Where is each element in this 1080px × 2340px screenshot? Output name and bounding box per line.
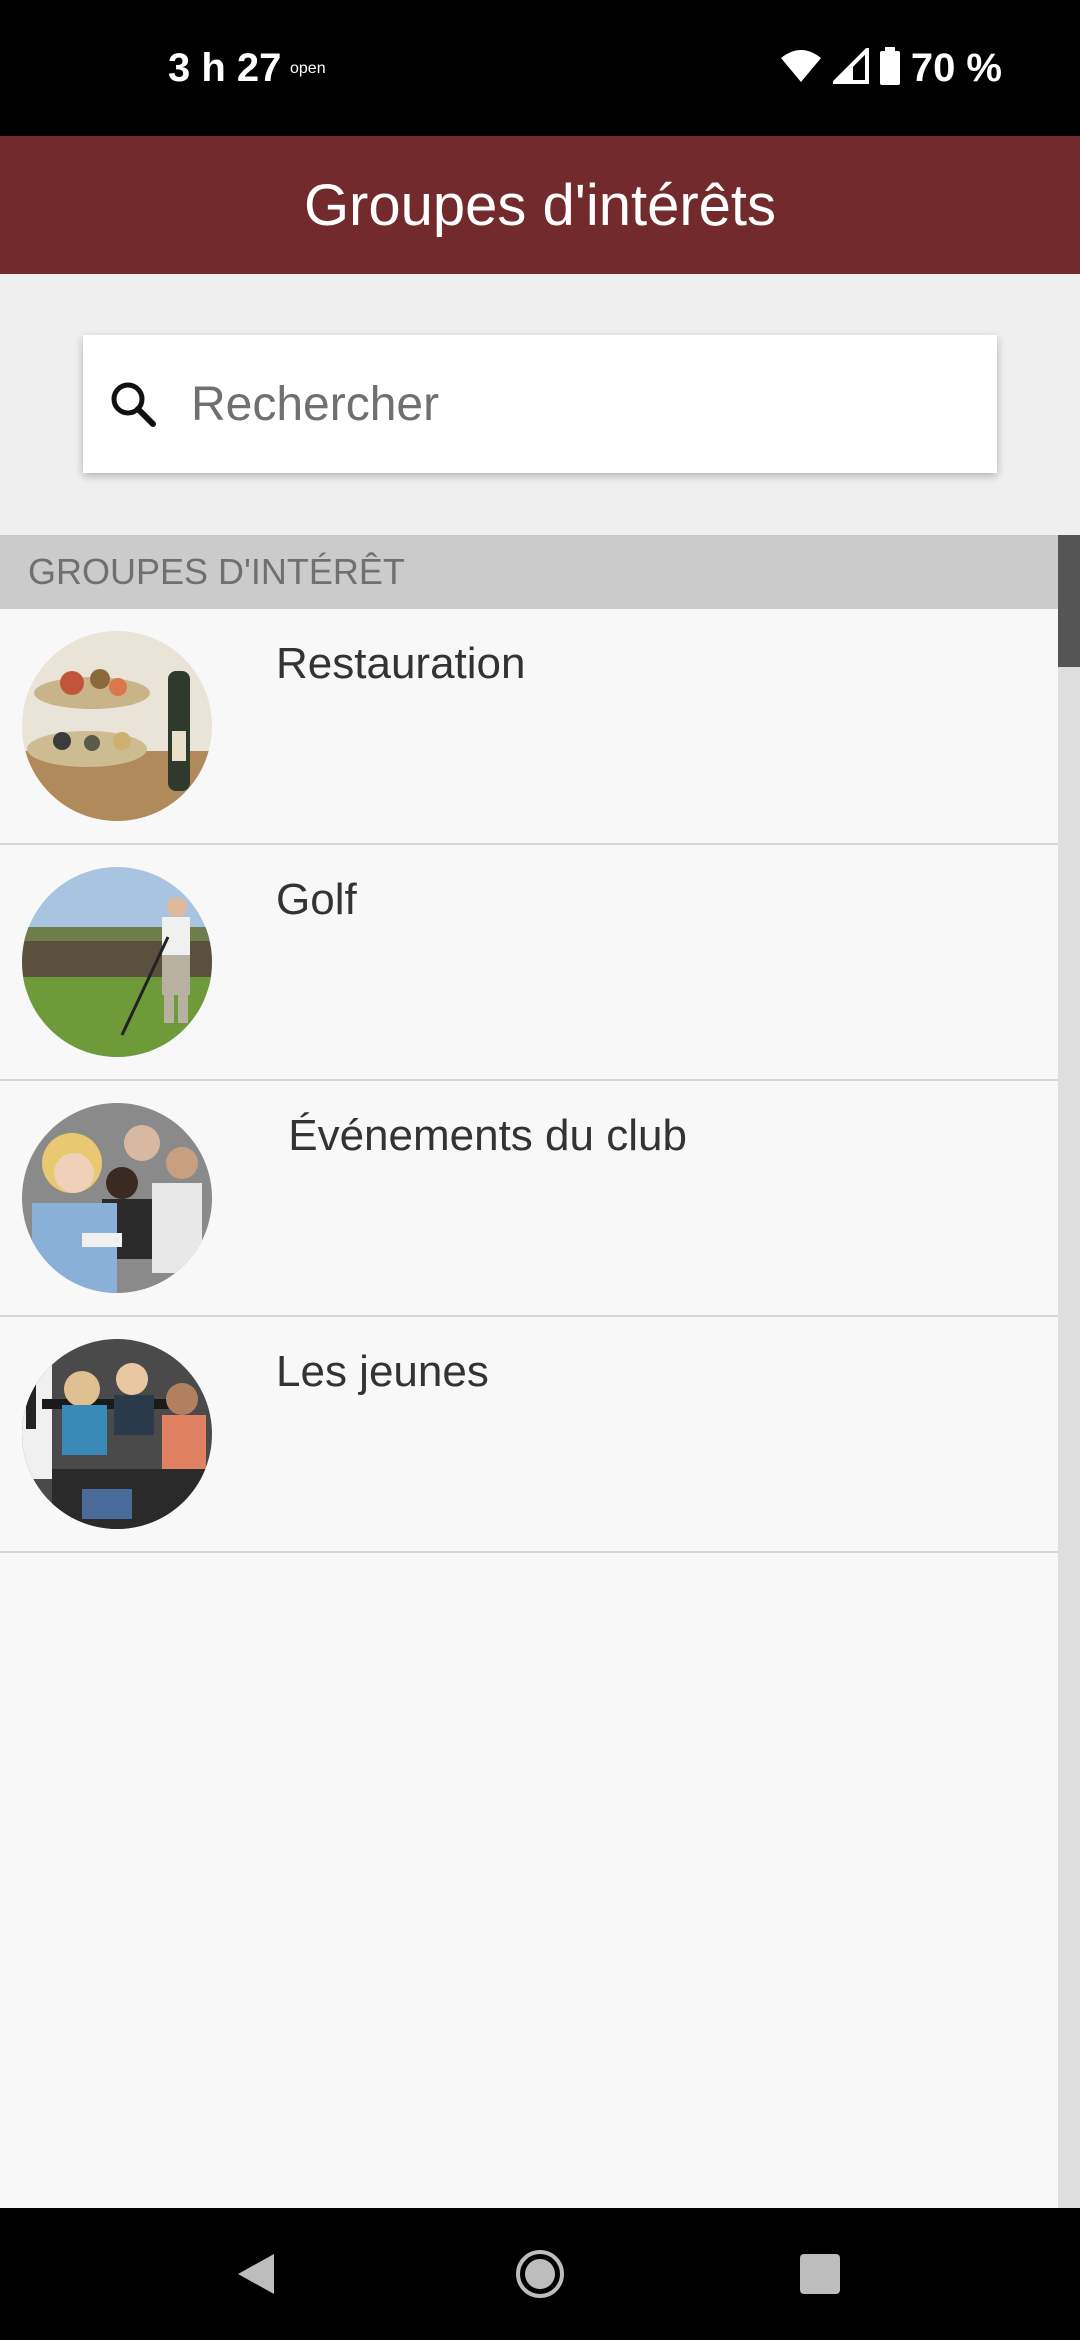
groups-list: Restauration Golf Événements du club Les… xyxy=(0,609,1058,1553)
back-icon xyxy=(238,2254,274,2294)
scrollbar[interactable] xyxy=(1058,535,1080,2208)
app-bar: Groupes d'intérêts xyxy=(0,136,1080,274)
status-time: 3 h 27 xyxy=(168,46,282,90)
status-indicators: 70 % xyxy=(779,45,1002,91)
golfer-image xyxy=(22,867,212,1057)
list-item-label: Golf xyxy=(276,875,357,924)
list-item-label: Les jeunes xyxy=(276,1347,489,1396)
food-platter-image xyxy=(22,631,212,821)
recents-icon xyxy=(800,2254,840,2294)
home-button[interactable] xyxy=(460,2208,620,2340)
section-header: GROUPES D'INTÉRÊT xyxy=(0,535,1058,609)
search-icon xyxy=(111,382,156,427)
wifi-icon xyxy=(779,48,823,89)
search-input[interactable] xyxy=(189,375,953,433)
youth-group-image xyxy=(22,1339,212,1529)
battery-percent: 70 % xyxy=(910,46,1002,90)
list-item-label: Événements du club xyxy=(276,1111,687,1160)
list-item-label: Restauration xyxy=(276,639,526,688)
navigation-bar xyxy=(0,2208,1080,2340)
list-item-jeunes[interactable]: Les jeunes xyxy=(0,1317,1058,1553)
page-title: Groupes d'intérêts xyxy=(303,172,777,238)
club-event-image xyxy=(22,1103,212,1293)
signal-icon xyxy=(829,45,869,89)
battery-icon xyxy=(879,47,901,90)
list-item-restauration[interactable]: Restauration xyxy=(0,609,1058,845)
list-item-evenements[interactable]: Événements du club xyxy=(0,1081,1058,1317)
home-icon xyxy=(516,2250,564,2298)
search-box[interactable] xyxy=(83,335,997,473)
search-area xyxy=(0,274,1080,535)
list-item-golf[interactable]: Golf xyxy=(0,845,1058,1081)
status-bar: 3 h 27 open 70 % xyxy=(0,0,1080,136)
back-button[interactable] xyxy=(176,2208,336,2340)
status-open-label: open xyxy=(290,60,326,77)
scrollbar-thumb[interactable] xyxy=(1058,535,1080,667)
recents-button[interactable] xyxy=(740,2208,900,2340)
